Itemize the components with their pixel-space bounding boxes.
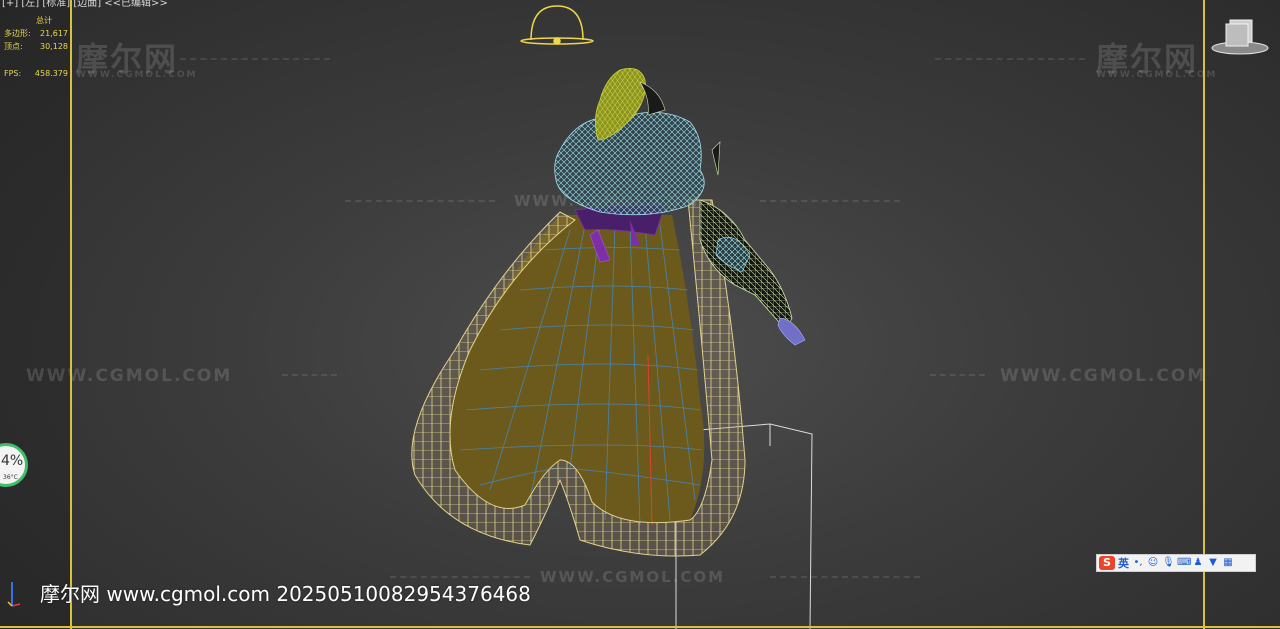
stats-polygons-value: 21,617 <box>40 29 68 38</box>
wireframe-scene[interactable] <box>0 0 1280 629</box>
viewport-border-left <box>70 0 72 629</box>
character-collar[interactable] <box>554 111 705 216</box>
cpu-percent: 4% <box>1 453 24 469</box>
statistics-overlay: 总计 多边形: 21,617 顶点: 30,128 FPS: 458.379 <box>4 14 68 80</box>
viewport-border-right <box>1203 0 1205 629</box>
stats-vertices-label: 顶点: <box>4 42 23 51</box>
viewport-label-menu[interactable]: [+] [左] [标准] [边面] <<已编辑>> <box>2 0 168 9</box>
ime-language-toggle[interactable]: 英 <box>1118 555 1129 571</box>
viewcube[interactable] <box>1208 14 1272 58</box>
stats-header: 总计 <box>36 16 52 25</box>
viewport-border-bottom <box>0 626 1280 628</box>
sogou-logo-icon[interactable]: S <box>1099 556 1115 570</box>
3d-viewport[interactable]: 摩尔网 WWW.CGMOL.COM 摩尔网 WWW.CGMOL.COM 摩尔网 … <box>0 0 1280 629</box>
microphone-icon[interactable]: 🎙 <box>1162 557 1175 569</box>
cpu-temperature: 36°C <box>3 474 18 481</box>
stats-vertices-value: 30,128 <box>40 42 68 51</box>
axis-gizmo <box>7 582 21 607</box>
bottom-watermark-text: 摩尔网 www.cgmol.com 20250510082954376468 <box>40 582 531 606</box>
stats-fps-value: 458.379 <box>34 69 68 78</box>
punctuation-icon[interactable]: •, <box>1132 557 1144 569</box>
skin-icon[interactable]: ▼ <box>1207 557 1219 569</box>
emoji-icon[interactable]: ☺ <box>1147 557 1159 569</box>
stats-fps-label: FPS: <box>4 69 22 78</box>
user-icon[interactable]: ♟ <box>1192 557 1204 569</box>
grid-icon[interactable]: ▦ <box>1222 557 1234 569</box>
keyboard-icon[interactable]: ⌨ <box>1177 557 1191 569</box>
stats-polygons-label: 多边形: <box>4 29 31 38</box>
helmet-gizmo[interactable] <box>520 5 594 45</box>
ime-toolbar[interactable]: S 英 •, ☺ 🎙 ⌨ ♟ ▼ ▦ <box>1096 554 1256 572</box>
